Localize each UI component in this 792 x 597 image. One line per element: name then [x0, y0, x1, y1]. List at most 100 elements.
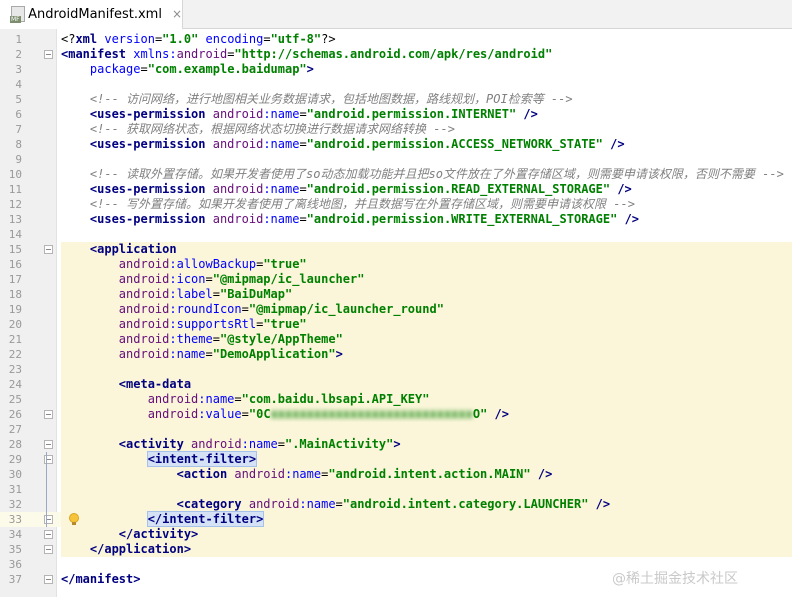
line-number: 11	[8, 183, 22, 196]
line-number: 6	[15, 108, 22, 121]
line-code: <uses-permission android:name="android.p…	[89, 137, 625, 151]
code-line[interactable]: 19 android:roundIcon="@mipmap/ic_launche…	[0, 302, 792, 317]
code-line[interactable]: 15 <application	[0, 242, 792, 257]
line-code: <!-- 读取外置存储。如果开发者使用了so动态加载功能并且把so文件放在了外置…	[89, 167, 784, 181]
fold-marker-icon[interactable]	[44, 245, 53, 254]
line-number: 1	[15, 33, 22, 46]
code-line[interactable]: 4	[0, 77, 792, 92]
code-line[interactable]: 34 </activity>	[0, 527, 792, 542]
line-code: <?xml version="1.0" encoding="utf-8"?>	[61, 32, 336, 46]
line-number: 2	[15, 48, 22, 61]
line-code: android:name="DemoApplication">	[118, 347, 343, 361]
line-code: <activity android:name=".MainActivity">	[118, 437, 401, 451]
code-line[interactable]: 9	[0, 152, 792, 167]
line-number: 33	[8, 513, 22, 526]
fold-marker-icon[interactable]	[44, 575, 53, 584]
line-code: <!-- 写外置存储。如果开发者使用了离线地图，并且数据写在外置存储区域，则需要…	[89, 197, 635, 211]
line-code: android:icon="@mipmap/ic_launcher"	[118, 272, 365, 286]
code-line[interactable]: 22 android:name="DemoApplication">	[0, 347, 792, 362]
line-number: 7	[15, 123, 22, 136]
code-line[interactable]: 24 <meta-data	[0, 377, 792, 392]
line-number: 16	[8, 258, 22, 271]
code-line[interactable]: 33 </intent-filter>	[0, 511, 792, 527]
line-number: 31	[8, 483, 22, 496]
code-line[interactable]: 3 package="com.example.baidumap">	[0, 62, 792, 77]
line-code: <meta-data	[118, 377, 192, 391]
fold-marker-icon[interactable]	[44, 50, 53, 59]
editor-tab-bar: MF AndroidManifest.xml ×	[0, 0, 792, 30]
code-line[interactable]: 8 <uses-permission android:name="android…	[0, 137, 792, 152]
fold-marker-icon[interactable]	[44, 545, 53, 554]
code-line[interactable]: 21 android:theme="@style/AppTheme"	[0, 332, 792, 347]
tab-title: AndroidManifest.xml	[28, 6, 162, 22]
line-code: package="com.example.baidumap">	[89, 62, 314, 76]
tag-scope-highlight	[61, 362, 792, 377]
line-number: 36	[8, 558, 22, 571]
code-line[interactable]: 6 <uses-permission android:name="android…	[0, 107, 792, 122]
code-line[interactable]: 5 <!-- 访问网络，进行地图相关业务数据请求，包括地图数据，路线规划，POI…	[0, 92, 792, 107]
code-line[interactable]: 29 <intent-filter>	[0, 451, 792, 467]
code-line[interactable]: 30 <action android:name="android.intent.…	[0, 467, 792, 482]
line-number: 30	[8, 468, 22, 481]
line-code: <category android:name="android.intent.c…	[176, 497, 611, 511]
code-line[interactable]: 20 android:supportsRtl="true"	[0, 317, 792, 332]
code-line[interactable]: 25 android:name="com.baidu.lbsapi.API_KE…	[0, 392, 792, 407]
line-number: 26	[8, 408, 22, 421]
line-number: 13	[8, 213, 22, 226]
code-line[interactable]: 16 android:allowBackup="true"	[0, 257, 792, 272]
code-line[interactable]: 13 <uses-permission android:name="androi…	[0, 212, 792, 227]
line-number: 5	[15, 93, 22, 106]
line-number: 28	[8, 438, 22, 451]
code-line[interactable]: 10 <!-- 读取外置存储。如果开发者使用了so动态加载功能并且把so文件放在…	[0, 167, 792, 182]
line-code: <intent-filter>	[146, 451, 258, 467]
indent-guide	[46, 452, 47, 527]
code-line[interactable]: 14	[0, 227, 792, 242]
code-line[interactable]: 18 android:label="BaiDuMap"	[0, 287, 792, 302]
tab-androidmanifest[interactable]: MF AndroidManifest.xml ×	[0, 0, 183, 30]
fold-marker-icon[interactable]	[44, 410, 53, 419]
line-number: 19	[8, 303, 22, 316]
redacted-api-key: xxxxxxxxxxxxxxxxxxxxxxxxxxxx	[270, 407, 473, 421]
watermark: @稀土掘金技术社区	[612, 571, 738, 587]
line-code: </activity>	[118, 527, 199, 541]
line-code: </manifest>	[61, 572, 141, 586]
code-line[interactable]: 31	[0, 482, 792, 497]
line-code: <action android:name="android.intent.act…	[176, 467, 553, 481]
line-code: </application>	[89, 542, 192, 556]
code-line[interactable]: 1 <?xml version="1.0" encoding="utf-8"?>	[0, 32, 792, 47]
line-number: 27	[8, 423, 22, 436]
fold-marker-icon[interactable]	[44, 530, 53, 539]
line-code: <uses-permission android:name="android.p…	[89, 212, 640, 226]
code-line[interactable]: 17 android:icon="@mipmap/ic_launcher"	[0, 272, 792, 287]
code-line[interactable]: 35 </application>	[0, 542, 792, 557]
line-number: 12	[8, 198, 22, 211]
line-number: 22	[8, 348, 22, 361]
line-code: <!-- 获取网络状态，根据网络状态切换进行数据请求网络转换 -->	[89, 122, 455, 136]
tag-scope-highlight	[61, 422, 792, 437]
line-number: 21	[8, 333, 22, 346]
line-number: 3	[15, 63, 22, 76]
code-line[interactable]: 32 <category android:name="android.inten…	[0, 497, 792, 512]
line-number: 32	[8, 498, 22, 511]
line-code: android:theme="@style/AppTheme"	[118, 332, 343, 346]
code-line[interactable]: 28 <activity android:name=".MainActivity…	[0, 437, 792, 452]
code-line[interactable]: 2 <manifest xmlns:android="http://schemas…	[0, 47, 792, 62]
code-editor[interactable]: 1 <?xml version="1.0" encoding="utf-8"?> 2…	[0, 29, 792, 597]
line-code: <uses-permission android:name="android.p…	[89, 107, 538, 121]
code-line[interactable]: 11 <uses-permission android:name="androi…	[0, 182, 792, 197]
fold-marker-icon[interactable]	[44, 440, 53, 449]
code-line[interactable]: 27	[0, 422, 792, 437]
line-number: 18	[8, 288, 22, 301]
line-number: 23	[8, 363, 22, 376]
code-line[interactable]: 23	[0, 362, 792, 377]
close-icon[interactable]: ×	[172, 7, 182, 21]
line-code: android:label="BaiDuMap"	[118, 287, 293, 301]
line-code: <!-- 访问网络，进行地图相关业务数据请求，包括地图数据，路线规划，POI检索…	[89, 92, 573, 106]
code-line[interactable]: 12 <!-- 写外置存储。如果开发者使用了离线地图，并且数据写在外置存储区域，…	[0, 197, 792, 212]
line-number: 20	[8, 318, 22, 331]
code-line[interactable]: 26 android:value="0Cxxxxxxxxxxxxxxxxxxxx…	[0, 407, 792, 422]
line-number: 10	[8, 168, 22, 181]
code-line[interactable]: 7 <!-- 获取网络状态，根据网络状态切换进行数据请求网络转换 -->	[0, 122, 792, 137]
line-code: </intent-filter>	[146, 511, 265, 527]
line-number: 15	[8, 243, 22, 256]
